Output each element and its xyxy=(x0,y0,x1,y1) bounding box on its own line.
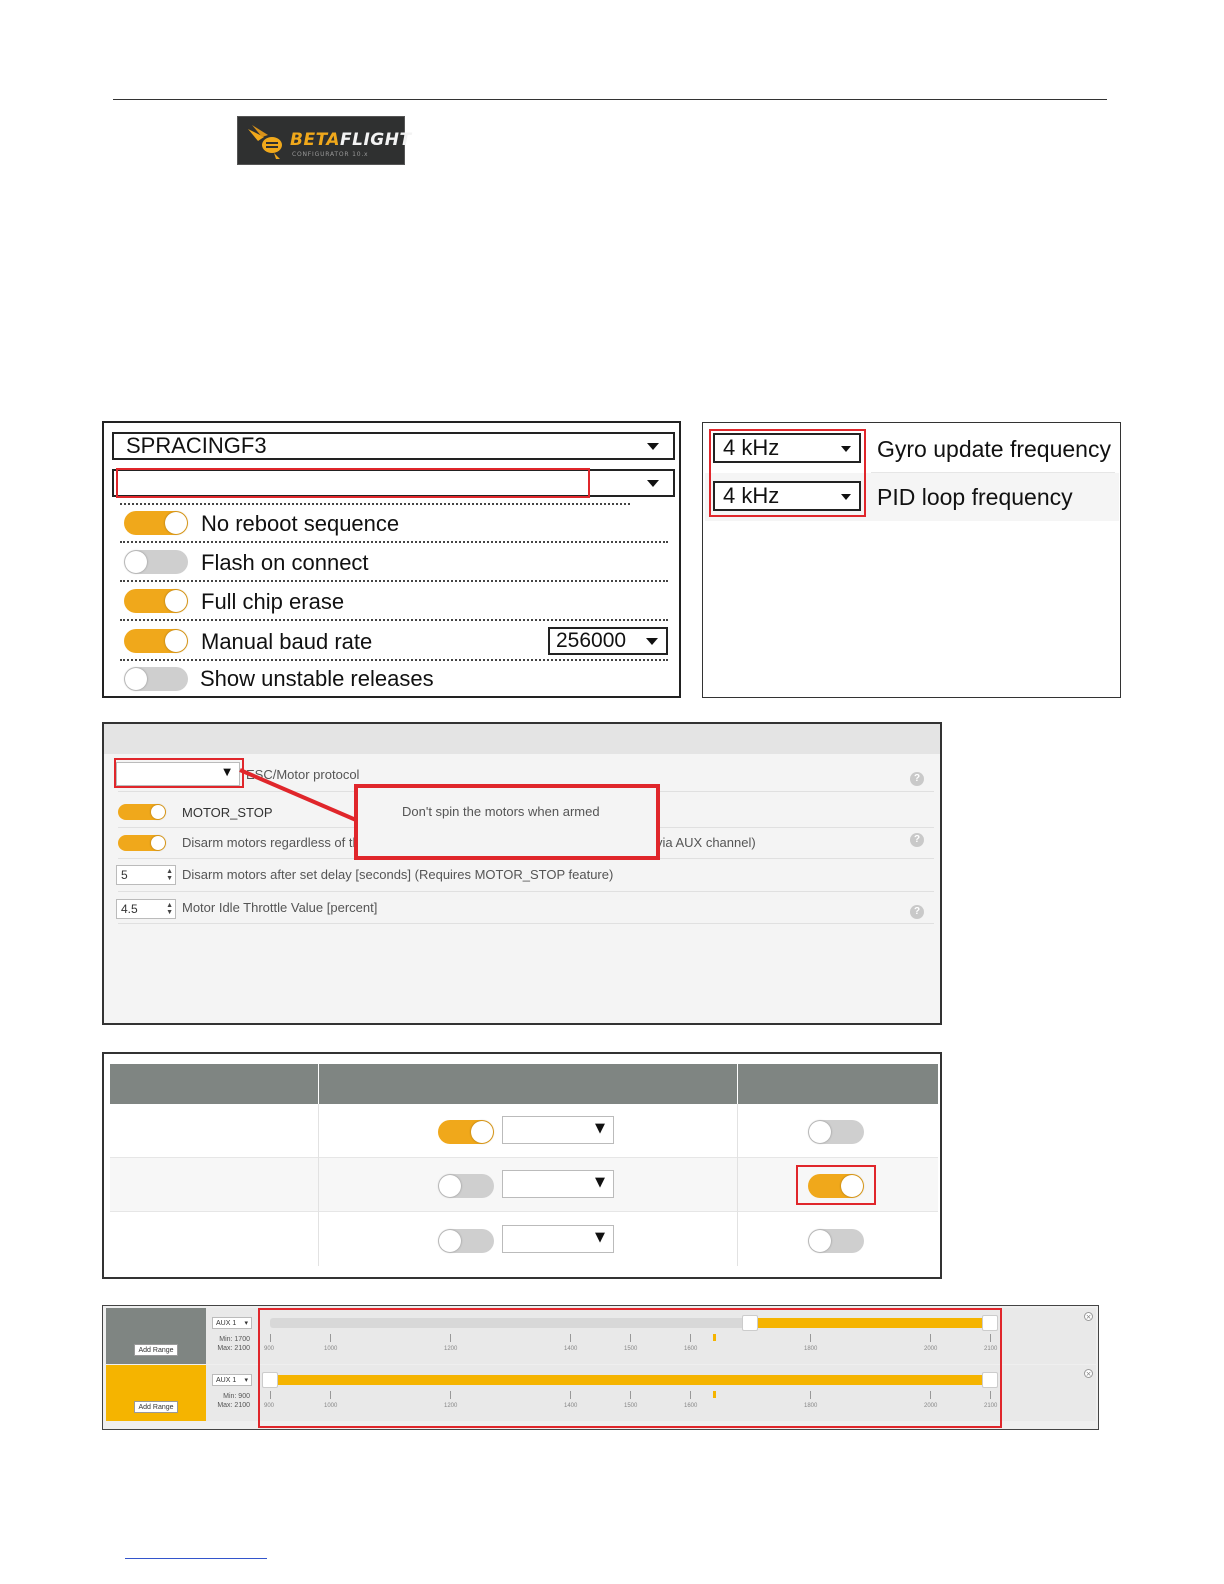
highlight-box xyxy=(709,429,866,517)
chevron-down-icon: ▼ xyxy=(595,1230,605,1245)
betaflight-logo: BETAFLIGHT CONFIGURATOR 10.x xyxy=(237,116,411,165)
no-reboot-label: No reboot sequence xyxy=(201,511,400,536)
aux-channel-select[interactable]: AUX 1 ▾ xyxy=(212,1317,252,1329)
range-min-label: Min: 1700 xyxy=(219,1336,250,1343)
callout-arrow xyxy=(239,768,357,822)
chevron-down-icon xyxy=(647,480,659,487)
unstable-releases-label: Show unstable releases xyxy=(200,666,434,691)
aux-channel-value: AUX 1 xyxy=(216,1320,237,1327)
bee-logo-icon xyxy=(248,125,282,159)
range-min-max: Min: 900 Max: 2100 xyxy=(214,1392,250,1410)
flash-on-connect-label: Flash on connect xyxy=(201,550,369,575)
table-header-cell xyxy=(110,1064,318,1104)
mode-swatch: Add Range xyxy=(106,1365,206,1421)
column-divider xyxy=(318,1104,319,1266)
aux-channel-value: AUX 1 xyxy=(216,1377,237,1384)
mode-swatch: Add Range xyxy=(106,1308,206,1364)
logo-subtitle: CONFIGURATOR 10.x xyxy=(292,151,369,158)
row-toggle-a[interactable] xyxy=(438,1174,494,1198)
pid-frequency-label: PID loop frequency xyxy=(877,484,1073,510)
full-chip-erase-toggle[interactable] xyxy=(124,589,188,613)
close-icon[interactable]: × xyxy=(1084,1369,1093,1378)
firmware-flasher-panel: SPRACINGF3 No reboot sequence Flash on c… xyxy=(102,421,681,698)
baud-rate-select[interactable]: 256000 xyxy=(548,627,668,655)
highlight-box xyxy=(796,1165,876,1205)
row-select[interactable]: ▼ xyxy=(502,1225,614,1253)
row-toggle-a[interactable] xyxy=(438,1120,494,1144)
board-select[interactable]: SPRACINGF3 xyxy=(112,432,675,460)
baud-rate-value: 256000 xyxy=(556,629,627,652)
feature-table-panel: ▼ ▼ ▼ xyxy=(102,1052,942,1279)
manual-baud-label: Manual baud rate xyxy=(201,629,373,654)
divider xyxy=(120,580,668,582)
divider xyxy=(120,503,630,505)
range-max-label: Max: 2100 xyxy=(217,1402,250,1409)
row-toggle-b[interactable] xyxy=(808,1120,864,1144)
aux-channel-select[interactable]: AUX 1 ▾ xyxy=(212,1374,252,1386)
footer-link-underline xyxy=(125,1558,267,1559)
range-min-max: Min: 1700 Max: 2100 xyxy=(214,1335,250,1353)
gyro-frequency-label: Gyro update frequency xyxy=(877,436,1111,462)
mode-ranges-panel: Add Range AUX 1 ▾ Min: 1700 Max: 2100 900 1… xyxy=(102,1305,1099,1430)
highlight-box xyxy=(258,1308,1002,1428)
flash-on-connect-toggle[interactable] xyxy=(124,550,188,574)
divider xyxy=(110,1157,938,1158)
page-top-rule xyxy=(113,99,1107,100)
logo-wordmark: BETAFLIGHT xyxy=(290,130,412,150)
divider xyxy=(120,659,668,661)
row-select[interactable]: ▼ xyxy=(502,1170,614,1198)
table-header-cell xyxy=(738,1064,938,1104)
close-icon[interactable]: × xyxy=(1084,1312,1093,1321)
range-min-label: Min: 900 xyxy=(223,1393,250,1400)
add-range-button[interactable]: Add Range xyxy=(134,1401,178,1413)
chevron-down-icon: ▼ xyxy=(595,1121,605,1136)
divider xyxy=(110,1211,938,1212)
column-divider xyxy=(737,1104,738,1266)
row-toggle-a[interactable] xyxy=(438,1229,494,1253)
no-reboot-toggle[interactable] xyxy=(124,511,188,535)
full-chip-erase-label: Full chip erase xyxy=(201,589,345,614)
esc-configuration-panel: ▼ ESC/Motor protocol ? MOTOR_STOP Disarm… xyxy=(102,722,942,1025)
row-toggle-b[interactable] xyxy=(808,1229,864,1253)
divider xyxy=(120,541,668,543)
chevron-down-icon: ▼ xyxy=(595,1175,605,1190)
manual-baud-toggle[interactable] xyxy=(124,629,188,653)
highlight-box xyxy=(116,468,590,498)
chevron-down-icon: ▾ xyxy=(244,1377,248,1384)
frequency-panel: 4 kHz Gyro update frequency 4 kHz PID lo… xyxy=(702,422,1121,698)
range-max-label: Max: 2100 xyxy=(217,1345,250,1352)
table-header-cell xyxy=(319,1064,737,1104)
add-range-button[interactable]: Add Range xyxy=(134,1344,178,1356)
unstable-releases-toggle[interactable] xyxy=(124,667,188,691)
chevron-down-icon: ▾ xyxy=(244,1320,248,1327)
chevron-down-icon xyxy=(646,638,658,645)
board-select-value: SPRACINGF3 xyxy=(126,433,267,458)
divider xyxy=(120,619,668,621)
row-select[interactable]: ▼ xyxy=(502,1116,614,1144)
chevron-down-icon xyxy=(647,443,659,450)
